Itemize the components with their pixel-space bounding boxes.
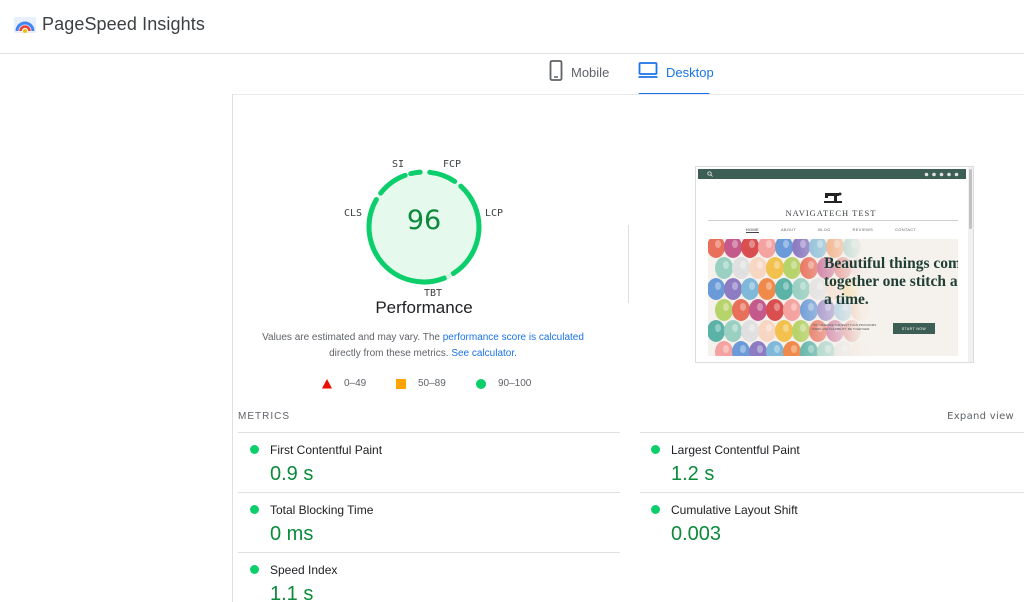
gauge-remaining: [445, 272, 453, 280]
thumb-nav-reviews: REVIEWS: [852, 227, 874, 232]
metric-value: 1.1 s: [270, 583, 314, 602]
metric-value: 0 ms: [270, 523, 314, 545]
final-screenshot[interactable]: NAVIGATECH TEST HOME ABOUT BLOG REVIEWS …: [695, 166, 974, 363]
metric-value: 0.9 s: [270, 463, 314, 485]
social-icons: [924, 172, 959, 177]
phone-icon: [549, 60, 563, 81]
gauge-label-si: SI: [392, 159, 405, 170]
thumb-brand: NAVIGATECH TEST: [785, 208, 877, 218]
metric-speed-index[interactable]: Speed Index 1.1 s: [237, 552, 607, 602]
legend-fail: 0–49: [322, 378, 366, 389]
metric-label: First Contentful Paint: [270, 443, 383, 457]
thumb-start-button: START NOW: [893, 323, 935, 334]
tab-mobile-label: Mobile: [571, 65, 610, 80]
vertical-divider: [628, 225, 629, 303]
pass-circle-icon: [651, 445, 660, 454]
performance-score: 96: [406, 205, 442, 236]
metric-value: 1.2 s: [671, 463, 715, 485]
expand-view-button[interactable]: Expand view: [947, 411, 1014, 422]
metric-total-blocking-time[interactable]: Total Blocking Time 0 ms: [237, 492, 607, 552]
metric-value: 0.003: [671, 523, 722, 545]
legend-average: 50–89: [396, 378, 446, 389]
app-title[interactable]: PageSpeed Insights: [42, 14, 205, 35]
metric-label: Largest Contentful Paint: [671, 443, 800, 457]
gauge-label-lcp: LCP: [485, 208, 504, 219]
see-calculator-link[interactable]: See calculator.: [451, 348, 517, 359]
circle-icon: [476, 378, 486, 389]
pass-circle-icon: [651, 505, 660, 514]
search-icon: [707, 171, 713, 177]
score-description: Values are estimated and may vary. The p…: [250, 330, 596, 362]
thumb-subtext: YOU DESERVE THE BEST THAN PROGRAMS WORK …: [812, 323, 877, 331]
square-icon: [396, 378, 406, 389]
metric-cumulative-layout-shift[interactable]: Cumulative Layout Shift 0.003: [638, 492, 1008, 552]
metric-label: Cumulative Layout Shift: [671, 503, 798, 517]
thumb-top-bar: [698, 169, 966, 179]
metric-first-contentful-paint[interactable]: First Contentful Paint 0.9 s: [237, 432, 607, 492]
legend-average-range: 50–89: [418, 378, 446, 389]
metric-largest-contentful-paint[interactable]: Largest Contentful Paint 1.2 s: [638, 432, 1008, 492]
metric-label: Total Blocking Time: [270, 503, 374, 517]
gauge-label-cls: CLS: [344, 208, 363, 219]
legend-pass: 90–100: [476, 378, 531, 389]
pagespeed-logo-icon[interactable]: [13, 14, 37, 38]
metrics-title: METRICS: [238, 411, 290, 422]
description-text-1: Values are estimated and may vary. The: [262, 332, 443, 343]
pass-circle-icon: [250, 505, 259, 514]
thumb-headline: Beautiful things come together one stitc…: [824, 255, 958, 308]
legend-pass-range: 90–100: [498, 378, 532, 389]
device-tabs: Mobile Desktop: [0, 54, 1024, 95]
sewing-machine-logo-icon: [824, 192, 842, 203]
pass-circle-icon: [250, 445, 259, 454]
thumb-divider: [708, 220, 958, 221]
thumb-nav-about: ABOUT: [780, 227, 797, 232]
performance-title: Performance: [375, 298, 473, 317]
desktop-icon: [638, 62, 658, 78]
metric-label: Speed Index: [270, 563, 338, 577]
thumb-scrollbar: [968, 167, 973, 362]
content-frame-border: [232, 94, 233, 602]
thumb-hero: Beautiful things come together one stitc…: [708, 239, 958, 356]
tab-mobile[interactable]: Mobile: [549, 60, 609, 94]
gauge-segment-si: [408, 169, 423, 177]
tab-desktop-label: Desktop: [666, 65, 714, 80]
app-header: PageSpeed Insights: [0, 0, 1024, 54]
gauge-label-fcp: FCP: [443, 159, 462, 170]
thumb-nav-contact: CONTACT: [895, 227, 917, 232]
description-text-2: directly from these metrics.: [329, 348, 452, 359]
thumb-nav-home: HOME: [745, 227, 759, 233]
content-divider: [232, 94, 1024, 95]
tab-desktop[interactable]: Desktop: [638, 60, 714, 95]
legend-fail-range: 0–49: [344, 378, 367, 389]
thumb-nav: HOME ABOUT BLOG REVIEWS CONTACT: [696, 227, 966, 233]
performance-score-link[interactable]: performance score is calculated: [443, 332, 584, 343]
pass-circle-icon: [250, 565, 259, 574]
triangle-icon: [322, 378, 332, 388]
thumb-nav-blog: BLOG: [818, 227, 831, 232]
